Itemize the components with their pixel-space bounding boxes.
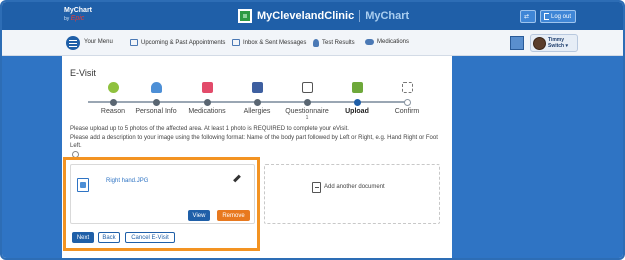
person-icon — [150, 82, 162, 93]
flag-icon — [401, 82, 413, 93]
logout-icon — [544, 13, 549, 20]
nav-label: Upcoming & Past Appointments — [141, 39, 226, 46]
nav-label: Test Results — [322, 40, 355, 46]
logo-text: MyChart — [64, 7, 93, 14]
instruction-text: Please upload up to 5 photos of the affe… — [70, 126, 349, 132]
epic-text: Epic — [70, 15, 85, 22]
allergy-icon — [251, 82, 263, 93]
add-document-icon — [312, 182, 321, 193]
nav-test-results[interactable]: Test Results — [313, 39, 355, 47]
brand-name: MyClevelandClinic — [257, 10, 355, 22]
logout-label: Log out — [551, 13, 572, 20]
avatar — [533, 36, 546, 50]
description-instruction: Please add a description to your image u… — [70, 135, 438, 149]
grid-icon[interactable] — [510, 36, 524, 50]
user-switcher[interactable]: Timmy Switch ▾ — [530, 34, 578, 52]
step-label: Confirm — [394, 108, 420, 115]
upload-icon — [351, 82, 363, 93]
step-dot — [203, 99, 211, 106]
step-sublabel: 1 — [305, 115, 309, 121]
highlight-box — [63, 157, 260, 251]
accessibility-button[interactable]: ⇄ — [520, 10, 536, 23]
mychart-logo[interactable]: MyChart by Epic — [64, 7, 92, 23]
add-document-card[interactable] — [264, 164, 440, 224]
clipboard-icon — [301, 82, 313, 93]
step-dot — [109, 99, 117, 106]
page-title: E-Visit — [70, 68, 96, 78]
nav-label: Medications — [377, 39, 410, 45]
logout-button[interactable]: Log out — [540, 10, 576, 23]
nav-label: Inbox & Sent Messages — [243, 39, 307, 46]
cleveland-clinic-logo-icon — [238, 9, 252, 23]
brand-product: MyChart — [365, 10, 410, 22]
nav-appointments[interactable]: Upcoming & Past Appointments — [130, 39, 225, 46]
user-name: Timmy Switch ▾ — [548, 37, 569, 49]
envelope-icon — [232, 39, 240, 46]
smiley-icon — [107, 82, 119, 93]
nav-your-menu[interactable]: Your Menu — [84, 39, 113, 45]
logo-by: by Epic — [64, 15, 85, 22]
top-bar: MyChart by Epic MyClevelandClinic MyChar… — [2, 2, 623, 30]
left-gutter — [2, 56, 62, 258]
add-document-label[interactable]: Add another document — [324, 184, 385, 190]
brand-divider — [359, 10, 361, 22]
app-window: MyChart by Epic MyClevelandClinic MyChar… — [0, 0, 625, 260]
flask-icon — [313, 39, 319, 47]
brand: MyClevelandClinic MyChart — [238, 8, 409, 24]
calendar-icon — [130, 39, 138, 46]
nav-medications[interactable]: Medications — [365, 39, 409, 45]
pill-icon — [365, 39, 374, 45]
menu-icon[interactable] — [66, 36, 80, 50]
pill-bottle-icon — [201, 82, 213, 93]
nav-inbox[interactable]: Inbox & Sent Messages — [232, 39, 306, 46]
step-dot — [303, 99, 311, 106]
step-dot — [152, 99, 160, 106]
nav-bar: Your Menu Upcoming & Past Appointments I… — [2, 30, 623, 56]
right-gutter — [452, 56, 623, 258]
switch-icon: ⇄ — [524, 14, 530, 20]
step-confirm: Confirm — [377, 82, 437, 116]
step-dot-future — [403, 99, 411, 106]
step-dot — [253, 99, 261, 106]
step-dot-current — [353, 99, 361, 106]
nav-label: Your Menu — [84, 39, 113, 45]
